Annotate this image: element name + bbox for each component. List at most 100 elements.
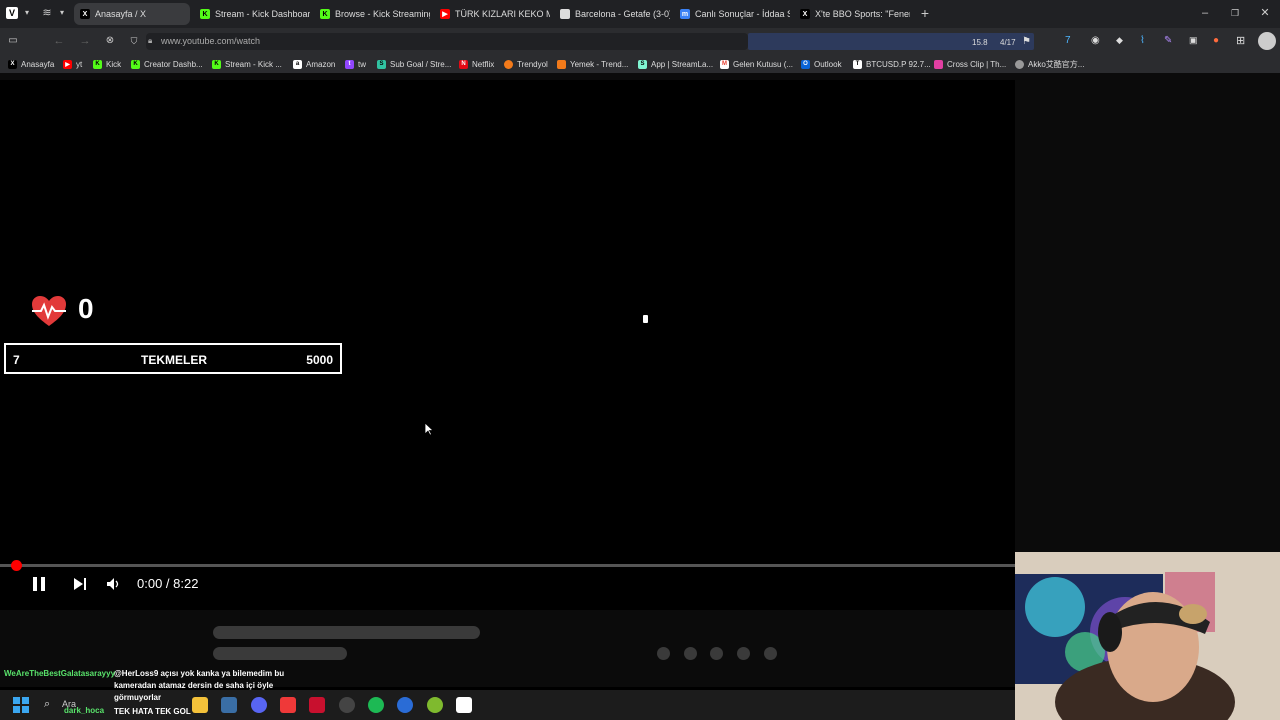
title-skeleton bbox=[213, 626, 480, 639]
shield-icon[interactable]: ⛉ bbox=[127, 34, 141, 48]
skeleton-dot bbox=[764, 647, 777, 660]
browser-tab-bar: V ▾ ≋ ▾ X Anasayfa / X K Stream - Kick D… bbox=[0, 0, 1280, 28]
volume-icon[interactable] bbox=[106, 577, 120, 591]
tab-canli-sonuclar[interactable]: m Canlı Sonuçlar - İddaa Sonu bbox=[674, 3, 790, 25]
chevron-down-icon[interactable]: ▾ bbox=[20, 6, 34, 20]
tab-label: TÜRK KIZLARI KEKO MU SE bbox=[455, 9, 550, 19]
youtube-logo-icon: ▶ bbox=[440, 9, 450, 19]
file-explorer-icon[interactable] bbox=[192, 697, 208, 713]
discord-icon[interactable] bbox=[251, 697, 267, 713]
steam-icon[interactable] bbox=[397, 697, 413, 713]
bookmark-btcusd[interactable]: T BTCUSD.P 92.7... bbox=[853, 58, 931, 70]
bookmark-streamlabs-app[interactable]: S App | StreamLa... bbox=[638, 58, 713, 70]
sidebar-toggle-icon[interactable]: ▭ bbox=[6, 34, 20, 48]
trendyol-logo-icon bbox=[557, 59, 566, 69]
bookmark-yt[interactable]: ▶ yt bbox=[63, 58, 82, 70]
restore-icon[interactable]: ❐ bbox=[1228, 6, 1242, 20]
scrubber-handle[interactable] bbox=[11, 560, 22, 571]
pause-icon[interactable] bbox=[31, 576, 47, 592]
extension-pen-icon[interactable]: ✎ bbox=[1164, 35, 1172, 46]
bookmark-label: Kick bbox=[106, 59, 122, 69]
tab-label: Browse - Kick Streaming bbox=[335, 9, 430, 19]
tab-label: Canlı Sonuçlar - İddaa Sonu bbox=[695, 9, 790, 19]
bookmark-cross-clip[interactable]: Cross Clip | Th... bbox=[934, 58, 1006, 70]
app-green-icon[interactable] bbox=[427, 697, 443, 713]
kick-logo-icon: K bbox=[320, 9, 330, 19]
spotify-icon[interactable] bbox=[368, 697, 384, 713]
search-icon[interactable]: ⌕ bbox=[44, 698, 50, 711]
vivaldi-browser-icon[interactable] bbox=[280, 697, 296, 713]
app-white-icon[interactable] bbox=[456, 697, 472, 713]
profile-avatar[interactable] bbox=[1258, 32, 1276, 50]
obs-icon[interactable] bbox=[339, 697, 355, 713]
x-logo-icon: X bbox=[80, 9, 90, 19]
forward-arrow-icon[interactable]: → bbox=[78, 34, 92, 48]
bookmark-label: App | StreamLa... bbox=[651, 59, 714, 69]
find-match-count: 4/17 bbox=[1000, 38, 1016, 47]
tab-x-home[interactable]: X Anasayfa / X bbox=[74, 3, 190, 25]
tab-kick-dashboard[interactable]: K Stream - Kick Dashboard bbox=[194, 3, 310, 25]
next-video-icon[interactable] bbox=[73, 577, 87, 591]
chevron-down-icon[interactable]: ▾ bbox=[55, 6, 69, 20]
new-tab-plus-icon[interactable]: + bbox=[918, 6, 932, 20]
goal-bar: 7 TEKMELER 5000 bbox=[4, 343, 342, 374]
extensions-puzzle-icon[interactable]: ⊞ bbox=[1236, 34, 1245, 47]
crossclip-logo-icon bbox=[934, 59, 943, 69]
bookmark-icon[interactable]: ⚑ bbox=[1022, 36, 1031, 47]
akko-logo-icon bbox=[1015, 59, 1024, 69]
extension-fox-icon[interactable]: ● bbox=[1213, 35, 1219, 46]
tab-barcelona-getafe[interactable]: Barcelona - Getafe (3-0) - I bbox=[554, 3, 670, 25]
gmail-logo-icon: M bbox=[720, 59, 729, 69]
bookmark-anasayfa[interactable]: X Anasayfa bbox=[8, 58, 54, 70]
store-icon[interactable] bbox=[221, 697, 237, 713]
bookmark-outlook[interactable]: O Outlook bbox=[801, 58, 842, 70]
bookmark-creator-dashboard[interactable]: K Creator Dashb... bbox=[131, 58, 203, 70]
minimize-icon[interactable]: – bbox=[1198, 6, 1212, 20]
url-text[interactable]: www.youtube.com/watch bbox=[161, 36, 260, 46]
skeleton-dot bbox=[657, 647, 670, 660]
progress-bar[interactable] bbox=[0, 564, 1015, 567]
bookmark-label: Creator Dashb... bbox=[144, 59, 203, 69]
back-arrow-icon[interactable]: ← bbox=[52, 34, 66, 48]
x-logo-icon: X bbox=[800, 9, 810, 19]
app-red-icon[interactable] bbox=[309, 697, 325, 713]
bookmark-tw[interactable]: t tw bbox=[345, 58, 366, 70]
tab-kick-browse[interactable]: K Browse - Kick Streaming bbox=[314, 3, 430, 25]
bookmark-label: Yemek - Trend... bbox=[570, 59, 629, 69]
bookmark-kick[interactable]: K Kick bbox=[93, 58, 121, 70]
loading-spinner-icon bbox=[643, 315, 648, 323]
close-icon[interactable]: ✕ bbox=[1258, 6, 1272, 20]
browser-logo-icon[interactable]: V bbox=[6, 7, 18, 19]
bookmark-label: Gelen Kutusu (... bbox=[733, 59, 794, 69]
bookmark-trendyol[interactable]: Trendyol bbox=[504, 58, 548, 70]
lock-icon: 🔒︎ bbox=[148, 36, 153, 45]
bookmark-stream-kick[interactable]: K Stream - Kick ... bbox=[212, 58, 282, 70]
tab-label: X'te BBO Sports: "Fenerbah bbox=[815, 9, 910, 19]
find-in-page-bar[interactable] bbox=[748, 33, 1034, 50]
bookmark-gelen-kutusu[interactable]: M Gelen Kutusu (... bbox=[720, 58, 793, 70]
stop-loading-icon[interactable]: ⊗ bbox=[103, 34, 117, 48]
extension-sound-icon[interactable]: ⌇ bbox=[1140, 35, 1145, 46]
bookmark-sub-goal[interactable]: S Sub Goal / Stre... bbox=[377, 58, 451, 70]
bookmark-amazon[interactable]: a Amazon bbox=[293, 58, 335, 70]
trendyol-logo-icon bbox=[504, 59, 513, 69]
webcam-image bbox=[1015, 552, 1280, 720]
extension-7tv-icon[interactable]: 7 bbox=[1065, 35, 1071, 46]
bookmark-label: Netflix bbox=[472, 59, 495, 69]
extension-diamond-icon[interactable]: ◆ bbox=[1116, 35, 1123, 46]
tradingview-logo-icon: T bbox=[853, 59, 862, 69]
tab-youtube-video[interactable]: ▶ TÜRK KIZLARI KEKO MU SE bbox=[434, 3, 550, 25]
bookmark-akko[interactable]: Akko艾酷官方... bbox=[1015, 58, 1084, 70]
extension-ghost-icon[interactable]: ◉ bbox=[1091, 35, 1100, 46]
bookmark-label: yt bbox=[76, 59, 83, 69]
extension-twitch-icon[interactable]: ▣ bbox=[1189, 35, 1198, 46]
bookmark-label: Trendyol bbox=[517, 59, 548, 69]
bookmark-yemek-trendyol[interactable]: Yemek - Trend... bbox=[557, 58, 628, 70]
layers-icon[interactable]: ≋ bbox=[40, 6, 54, 20]
windows-start-icon[interactable] bbox=[13, 697, 29, 713]
tab-bbo-sports[interactable]: X X'te BBO Sports: "Fenerbah bbox=[794, 3, 910, 25]
goal-target: 5000 bbox=[306, 353, 333, 367]
time-display: 0:00 / 8:22 bbox=[137, 576, 199, 591]
bookmark-netflix[interactable]: N Netflix bbox=[459, 58, 494, 70]
chat-username: WeAreTheBestGalatasarayyy bbox=[4, 669, 116, 678]
